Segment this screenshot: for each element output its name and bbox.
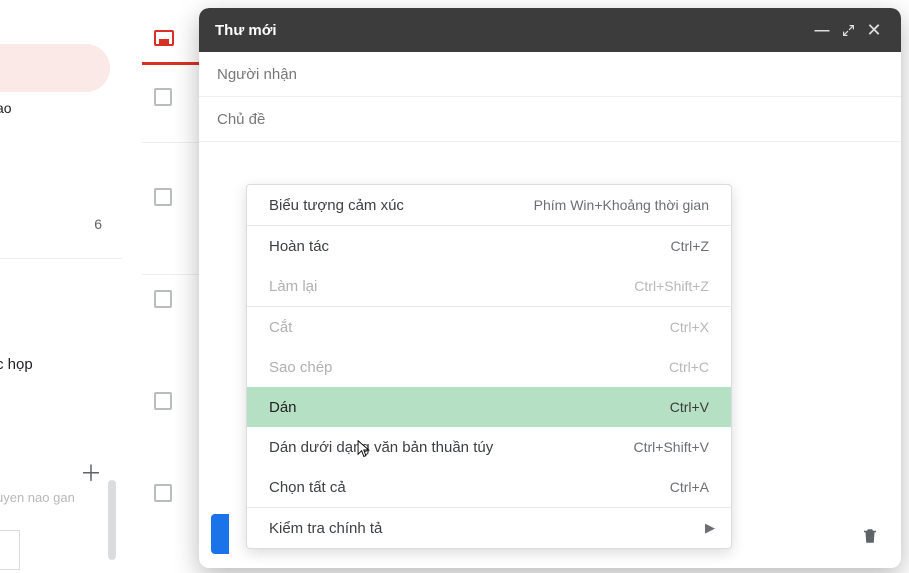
ctx-label: Sao chép (269, 359, 669, 376)
ctx-label: Làm lại (269, 278, 634, 295)
sidebar-label-fragment-2: uyen nao gan (0, 490, 75, 505)
ctx-undo[interactable]: Hoàn tác Ctrl+Z (247, 226, 731, 266)
sidebar-unread-count: 6 (94, 216, 102, 232)
ctx-label: Hoàn tác (269, 238, 671, 255)
send-button[interactable] (211, 514, 229, 554)
add-label-button[interactable]: ＋ (80, 456, 102, 488)
compose-pill[interactable] (0, 44, 110, 92)
ctx-shortcut: Ctrl+V (670, 399, 709, 415)
fullscreen-button[interactable] (835, 24, 861, 37)
ctx-paste-plain[interactable]: Dán dưới dạng văn bản thuần túy Ctrl+Shi… (247, 427, 731, 467)
message-checkbox[interactable] (154, 392, 172, 410)
ctx-shortcut: Ctrl+X (670, 319, 709, 335)
compose-header[interactable]: Thư mới — ✕ (199, 8, 901, 52)
gmail-sidebar: ao 6 c họp ＋ uyen nao gan (0, 0, 130, 573)
ctx-shortcut: Phím Win+Khoảng thời gian (534, 197, 709, 213)
sidebar-category-label[interactable]: c họp (0, 356, 33, 373)
ctx-label: Biểu tượng cảm xúc (269, 197, 534, 214)
context-menu: Biểu tượng cảm xúc Phím Win+Khoảng thời … (246, 184, 732, 549)
ctx-emoji[interactable]: Biểu tượng cảm xúc Phím Win+Khoảng thời … (247, 185, 731, 225)
discard-draft-button[interactable] (861, 526, 879, 546)
ctx-paste[interactable]: Dán Ctrl+V (247, 387, 731, 427)
ctx-shortcut: Ctrl+Shift+Z (634, 278, 709, 294)
ctx-cut: Cắt Ctrl+X (247, 307, 731, 347)
submenu-arrow-icon: ▶ (705, 520, 715, 536)
ctx-redo: Làm lại Ctrl+Shift+Z (247, 266, 731, 306)
message-checkbox[interactable] (154, 290, 172, 308)
ctx-spellcheck[interactable]: Kiểm tra chính tả ▶ (247, 508, 731, 548)
ctx-shortcut: Ctrl+C (669, 359, 709, 375)
close-button[interactable]: ✕ (861, 20, 887, 41)
ctx-shortcut: Ctrl+A (670, 479, 709, 495)
recipients-field[interactable]: Người nhận (199, 52, 901, 97)
ctx-shortcut: Ctrl+Z (671, 238, 710, 254)
message-checkbox[interactable] (154, 484, 172, 502)
sidebar-label-fragment-1: ao (0, 100, 12, 116)
subject-field[interactable]: Chủ đề (199, 97, 901, 142)
ctx-label: Dán dưới dạng văn bản thuần túy (269, 439, 634, 456)
ctx-label: Dán (269, 399, 670, 416)
recipients-placeholder: Người nhận (217, 66, 297, 83)
ctx-select-all[interactable]: Chọn tất cả Ctrl+A (247, 467, 731, 507)
ctx-label: Chọn tất cả (269, 479, 670, 496)
sidebar-scrollbar[interactable] (108, 480, 116, 560)
ctx-label: Kiểm tra chính tả (269, 520, 709, 537)
minimize-button[interactable]: — (809, 22, 835, 39)
ctx-shortcut: Ctrl+Shift+V (634, 439, 709, 455)
ctx-label: Cắt (269, 319, 670, 336)
message-list (132, 0, 202, 573)
compose-title: Thư mới (215, 22, 809, 39)
message-checkbox[interactable] (154, 88, 172, 106)
ctx-copy: Sao chép Ctrl+C (247, 347, 731, 387)
primary-tab-icon[interactable] (154, 30, 174, 46)
message-checkbox[interactable] (154, 188, 172, 206)
subject-placeholder: Chủ đề (217, 111, 265, 128)
sidebar-bottom-box (0, 530, 20, 570)
